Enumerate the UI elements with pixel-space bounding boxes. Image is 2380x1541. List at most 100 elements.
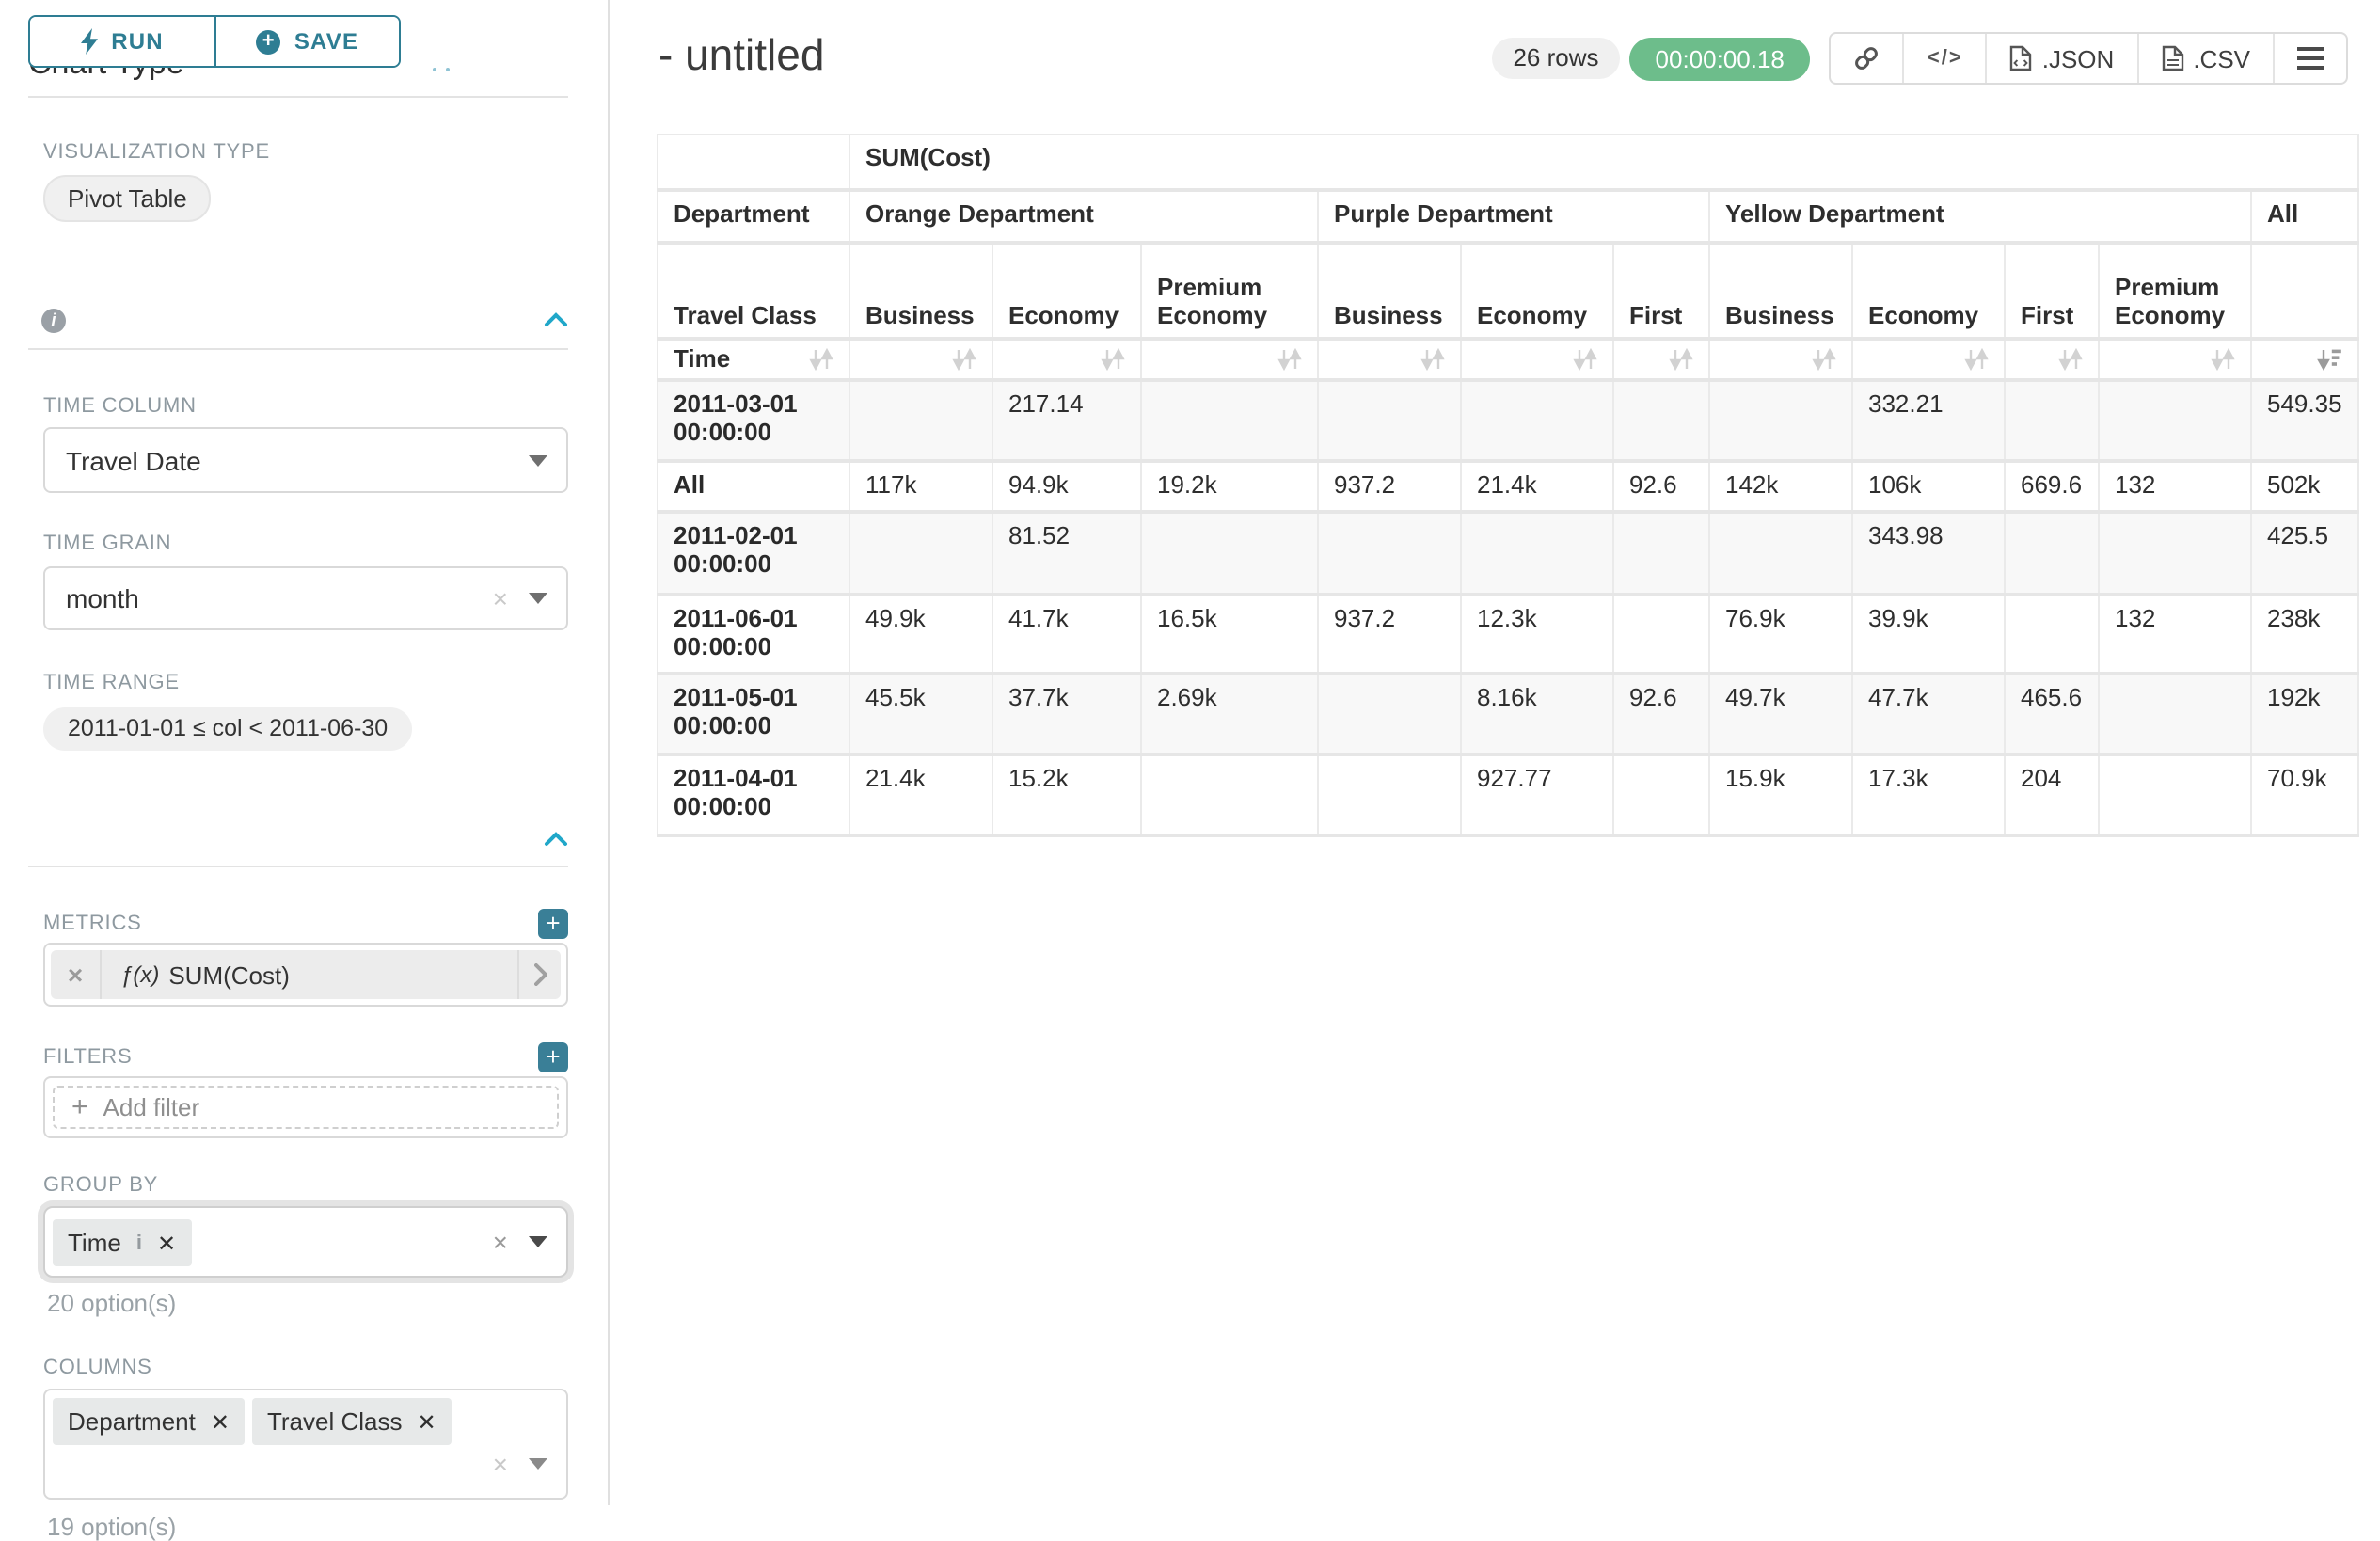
pivot-value-cell: 15.2k — [992, 754, 1141, 834]
pivot-column-sort-control[interactable] — [2251, 338, 2358, 379]
group-by-option-count: 20 option(s) — [47, 1289, 608, 1317]
pivot-column-sort-control[interactable] — [1613, 338, 1709, 379]
pivot-column-sort-control[interactable] — [1461, 338, 1613, 379]
clear-icon[interactable]: × — [493, 1229, 508, 1255]
plus-circle-icon: + — [257, 29, 281, 54]
pivot-data-row: 2011-05-01 00:00:0045.5k37.7k2.69k8.16k9… — [658, 673, 2358, 754]
pivot-value-cell: 132 — [2099, 460, 2251, 511]
pivot-value-cell: 92.6 — [1613, 460, 1709, 511]
pivot-body: 2011-03-01 00:00:00217.14332.21549.35All… — [658, 379, 2358, 834]
caret-down-icon[interactable] — [529, 1458, 547, 1470]
info-icon[interactable]: i — [136, 1231, 142, 1254]
time-range-pill[interactable]: 2011-01-01 ≤ col < 2011-06-30 — [43, 707, 412, 751]
divider — [28, 96, 568, 98]
pivot-value-cell: 94.9k — [992, 460, 1141, 511]
group-by-tag[interactable]: Time i ✕ — [53, 1219, 191, 1266]
remove-tag-icon[interactable]: ✕ — [211, 1408, 230, 1435]
metric-control: × ƒ(x) SUM(Cost) — [43, 943, 568, 1007]
run-button-label: RUN — [111, 28, 164, 55]
pivot-column-sort-control[interactable] — [1318, 338, 1461, 379]
more-options-button[interactable] — [2275, 34, 2346, 83]
group-by-select[interactable]: Time i ✕ × — [43, 1206, 568, 1278]
divider — [28, 348, 568, 350]
pivot-column-sort-control[interactable] — [849, 338, 992, 379]
time-column-select[interactable]: Travel Date — [43, 427, 568, 493]
pivot-time-sort-header[interactable]: Time — [658, 338, 849, 379]
columns-select[interactable]: Department ✕ Travel Class ✕ × — [43, 1389, 568, 1500]
export-csv-label: .CSV — [2193, 44, 2250, 72]
pivot-value-cell — [849, 379, 992, 460]
pivot-value-cell: 47.7k — [1852, 673, 2005, 754]
pivot-value-cell — [2099, 754, 2251, 834]
export-csv-button[interactable]: .CSV — [2138, 34, 2275, 83]
pivot-column-group-header: All — [2251, 189, 2358, 242]
menu-icon — [2297, 47, 2324, 71]
pivot-column-sort-control[interactable] — [1709, 338, 1852, 379]
pivot-leaf-column-header: Economy — [1461, 242, 1613, 338]
pivot-leaf-column-header: Premium Economy — [1141, 242, 1318, 338]
pivot-value-cell: 927.77 — [1461, 754, 1613, 834]
pivot-dim-label-travel-class: Travel Class — [658, 242, 849, 338]
caret-down-icon[interactable] — [529, 454, 547, 466]
pivot-value-cell — [1318, 379, 1461, 460]
columns-tag[interactable]: Travel Class ✕ — [252, 1398, 452, 1445]
caret-down-icon[interactable] — [529, 1236, 547, 1247]
pivot-value-cell: 92.6 — [1613, 673, 1709, 754]
metric-chip[interactable]: × ƒ(x) SUM(Cost) — [51, 950, 561, 999]
chart-title[interactable]: - untitled — [658, 30, 824, 81]
pivot-value-cell: 76.9k — [1709, 594, 1852, 673]
pivot-value-cell: 19.2k — [1141, 460, 1318, 511]
clear-icon[interactable]: × — [493, 585, 508, 612]
plus-icon: + — [71, 1091, 88, 1123]
pivot-data-row: 2011-02-01 00:00:0081.52343.98425.5 — [658, 511, 2358, 594]
clear-icon[interactable]: × — [493, 1451, 508, 1477]
metric-expand-control[interactable] — [517, 950, 561, 999]
chevron-up-icon[interactable] — [544, 832, 568, 847]
sort-icon — [1812, 347, 1836, 370]
pivot-value-cell: 45.5k — [849, 673, 992, 754]
pivot-leaf-column-header: Economy — [1852, 242, 2005, 338]
viz-type-pill[interactable]: Pivot Table — [43, 175, 212, 222]
pivot-value-cell — [1318, 511, 1461, 594]
add-filter-dropzone[interactable]: + Add filter — [53, 1086, 559, 1129]
pivot-metric-header: SUM(Cost) — [849, 135, 2358, 189]
pivot-column-sort-control[interactable] — [2005, 338, 2099, 379]
panel-resize-handle[interactable] — [433, 68, 450, 71]
pivot-value-cell: 142k — [1709, 460, 1852, 511]
run-button[interactable]: RUN — [30, 17, 214, 66]
pivot-value-cell — [2005, 511, 2099, 594]
columns-tag[interactable]: Department ✕ — [53, 1398, 245, 1445]
remove-tag-icon[interactable]: ✕ — [157, 1230, 176, 1256]
columns-option-count: 19 option(s) — [47, 1513, 608, 1541]
remove-tag-icon[interactable]: ✕ — [418, 1408, 436, 1435]
save-button-label: SAVE — [294, 28, 358, 55]
pivot-column-sort-control[interactable] — [1852, 338, 2005, 379]
pivot-column-sort-control[interactable] — [1141, 338, 1318, 379]
chevron-up-icon[interactable] — [544, 312, 568, 327]
sort-icon — [1573, 347, 1597, 370]
remove-metric-icon[interactable]: × — [51, 950, 102, 999]
time-grain-label: TIME GRAIN — [0, 532, 608, 555]
pivot-column-sort-control[interactable] — [2099, 338, 2251, 379]
add-metric-button[interactable]: + — [538, 909, 568, 939]
copy-link-button[interactable] — [1832, 34, 1905, 83]
view-query-button[interactable]: </> — [1905, 34, 1988, 83]
time-grain-select[interactable]: month × — [43, 566, 568, 630]
export-json-button[interactable]: .JSON — [1988, 34, 2139, 83]
pivot-value-cell — [2005, 379, 2099, 460]
pivot-column-sort-control[interactable] — [992, 338, 1141, 379]
pivot-leaf-column-header — [2251, 242, 2358, 338]
pivot-corner-cell — [658, 135, 849, 189]
pivot-value-cell: 37.7k — [992, 673, 1141, 754]
pivot-value-cell: 8.16k — [1461, 673, 1613, 754]
group-by-label: GROUP BY — [0, 1174, 608, 1197]
pivot-row-label: 2011-06-01 00:00:00 — [658, 594, 849, 673]
add-filter-button[interactable]: + — [538, 1042, 568, 1072]
save-button[interactable]: + SAVE — [214, 17, 399, 66]
caret-down-icon[interactable] — [529, 593, 547, 604]
pivot-value-cell — [1461, 511, 1613, 594]
pivot-value-cell: 217.14 — [992, 379, 1141, 460]
chevron-right-icon — [533, 963, 547, 986]
pivot-value-cell: 937.2 — [1318, 460, 1461, 511]
pivot-value-cell: 49.9k — [849, 594, 992, 673]
